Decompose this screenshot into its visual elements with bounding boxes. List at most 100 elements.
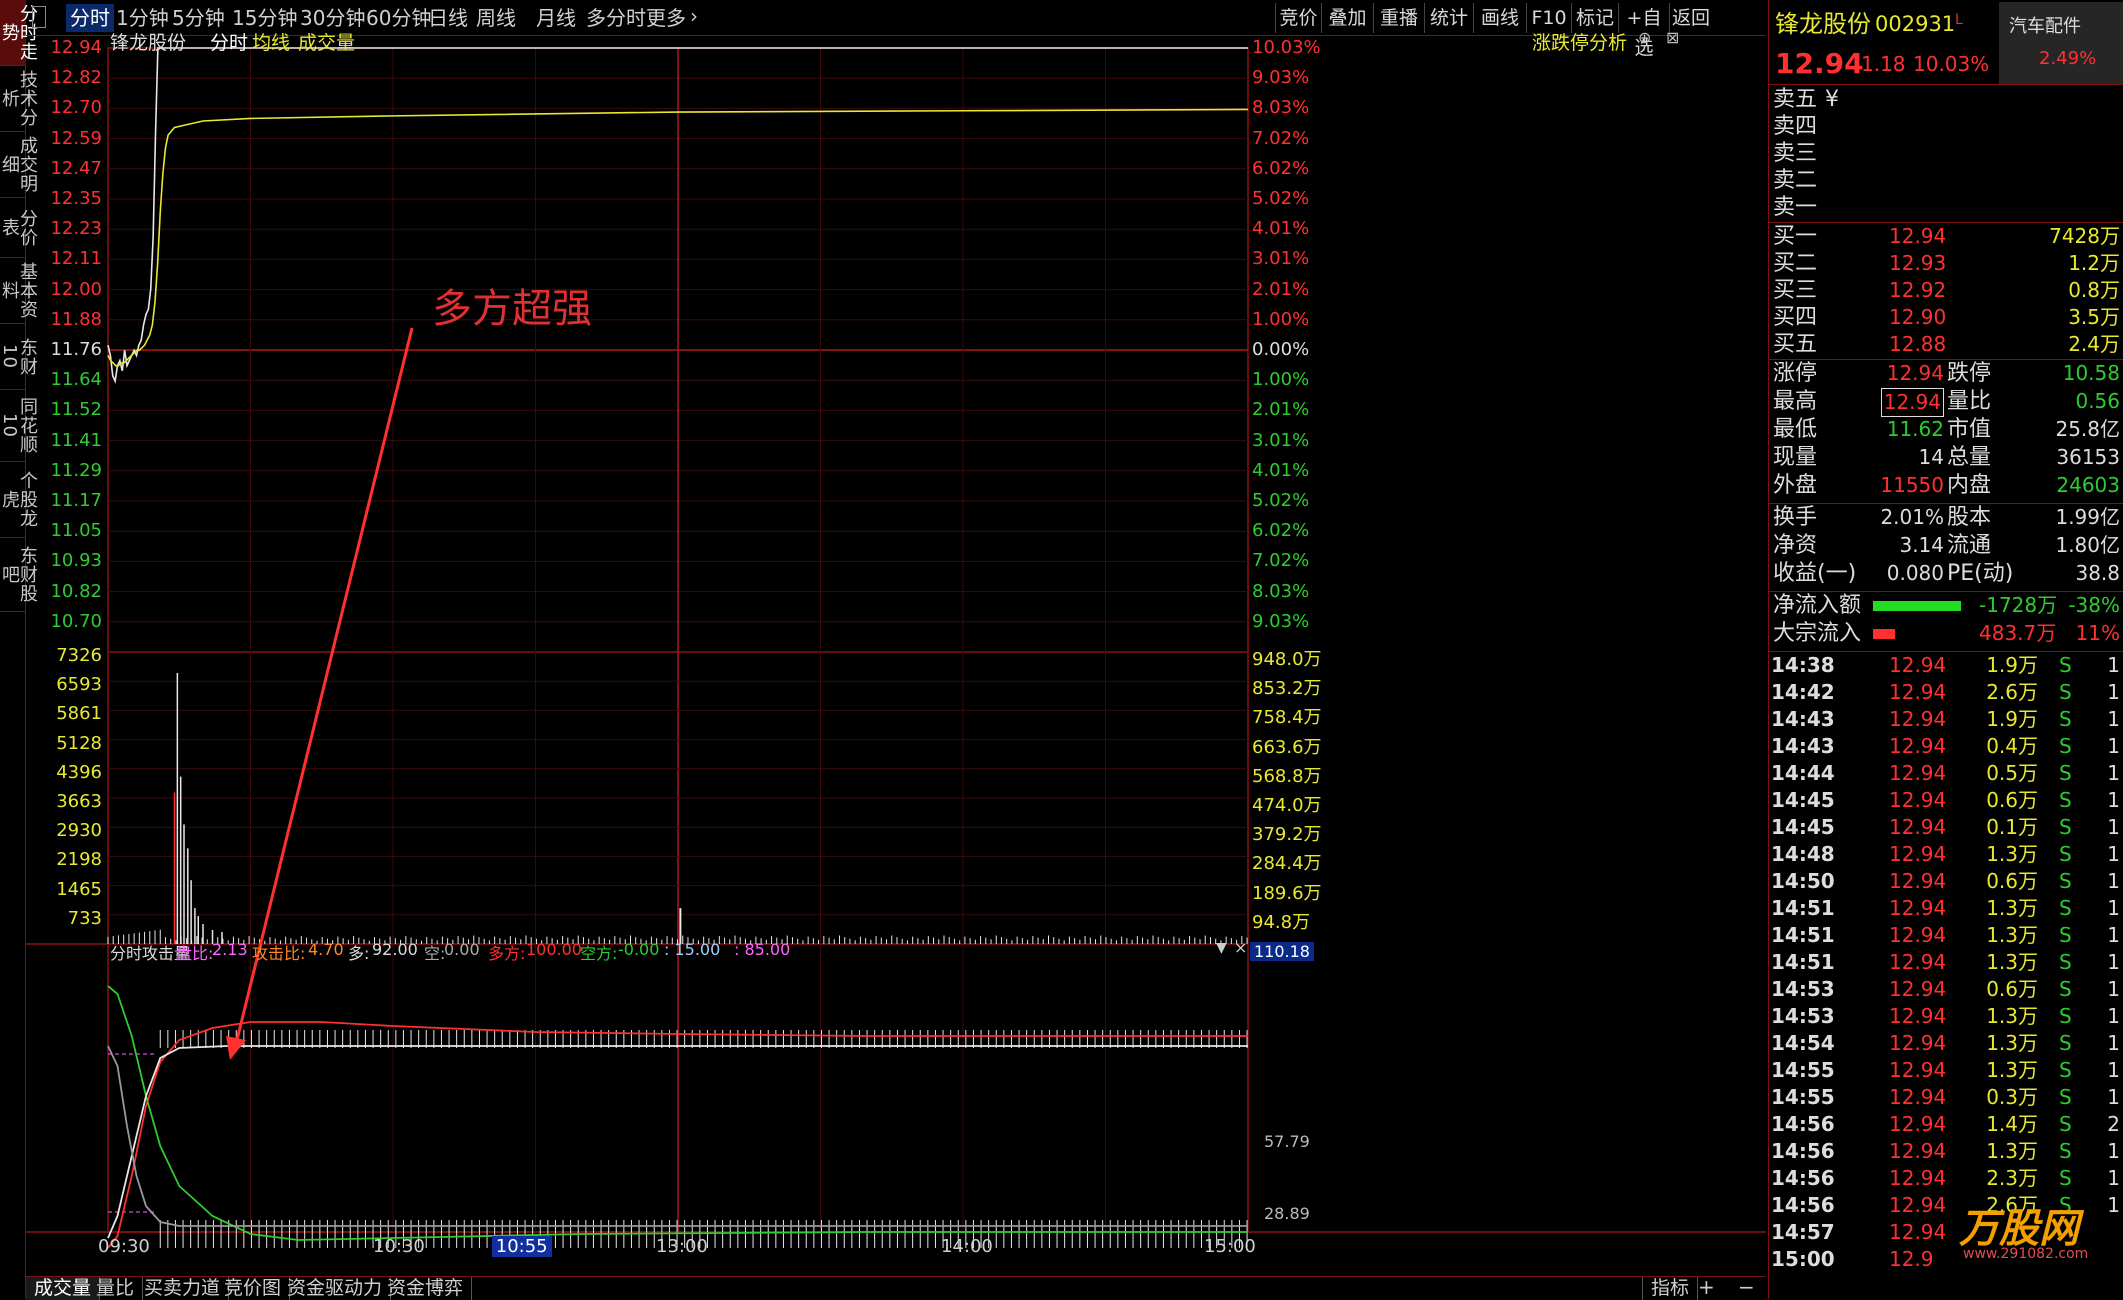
add-icon[interactable]: + [1698, 1275, 1715, 1299]
tick-volume: 2.3万 [1986, 1166, 2038, 1190]
tick-side: S [2059, 1058, 2072, 1082]
tick-count: 1 [2107, 1004, 2120, 1028]
indicator-kf: -0.00 [618, 940, 660, 959]
toolbar-button-1[interactable]: 叠加 [1321, 3, 1373, 33]
tick-time: 14:45 [1771, 815, 1835, 839]
period-tab-7[interactable]: 周线 [476, 4, 516, 32]
period-tab-6[interactable]: 日线 [428, 4, 468, 32]
tick-row: 14:53 12.94 0.6万 S 1 [1769, 976, 2123, 1003]
minus-icon[interactable]: − [1738, 1275, 1755, 1299]
ask-row: 卖五 ¥ [1769, 86, 2123, 113]
stat-row: 外盘 11550 内盘 24603 [1769, 472, 2123, 500]
tick-count: 1 [2107, 869, 2120, 893]
period-tab-0[interactable]: 分时 [66, 4, 114, 32]
avg-line-label: 均线 [252, 32, 291, 54]
stock-code: 002931 [1875, 12, 1956, 36]
volume-axis-label-right: 568.8万 [1252, 765, 1322, 787]
close-icon[interactable]: ⊠ [1666, 28, 1679, 47]
left-tab-0[interactable]: 分时走势 [0, 0, 38, 66]
limit-analysis-button[interactable]: 涨跌停分析 [1532, 28, 1627, 55]
left-tab-1[interactable]: 技术分析 [0, 66, 38, 132]
tick-volume: 0.6万 [1986, 977, 2038, 1001]
bottom-tab-4[interactable]: 资金驱动力 [279, 1277, 392, 1300]
period-tab-9[interactable]: 多分时 [586, 4, 646, 32]
tick-time: 14:43 [1771, 734, 1835, 758]
more-chevron-icon[interactable]: › [690, 4, 698, 28]
fin-value: 3.14 [1899, 533, 1944, 557]
indicator-kong-label: 空: [424, 944, 446, 963]
period-tab-5[interactable]: 60分钟 [366, 4, 431, 32]
volume-axis-label: 2930 [56, 820, 102, 842]
toolbar-button-3[interactable]: 统计 [1424, 3, 1473, 33]
flow-label: 净流入额 [1773, 593, 1862, 618]
stat-label: 量比 [1947, 389, 1992, 414]
stat-value: 24603 [2056, 473, 2120, 497]
fin-value: 2.01% [1880, 505, 1944, 529]
toolbar-button-4[interactable]: 画线 [1473, 3, 1526, 33]
flow-bar [1873, 629, 1895, 639]
left-tab-8[interactable]: 东财股吧 [0, 538, 38, 612]
indicator-button[interactable]: 指标 [1642, 1277, 1699, 1300]
indicator-close-icon[interactable]: × [1234, 938, 1247, 957]
tick-price: 12.94 [1889, 1031, 1947, 1055]
left-tab-3[interactable]: 分价表 [0, 198, 38, 258]
volume-axis-label: 5128 [56, 732, 102, 754]
bottom-tab-1[interactable]: 量比 [88, 1277, 144, 1300]
tick-volume: 1.3万 [1986, 1004, 2038, 1028]
bid-label: 买三 [1773, 278, 1818, 303]
tick-volume: 0.3万 [1986, 1085, 2038, 1109]
toolbar-button-0[interactable]: 竞价 [1275, 3, 1321, 33]
time-axis-label: 14:00 [941, 1236, 993, 1257]
indicator-gj: 4.70 [308, 940, 344, 959]
tick-row: 14:38 12.94 1.9万 S 1 [1769, 652, 2123, 679]
time-axis-label: 15:00 [1204, 1236, 1256, 1257]
left-tab-4[interactable]: 基本资料 [0, 258, 38, 324]
tick-price: 12.94 [1889, 734, 1947, 758]
indicator-duo: 92.00 [372, 940, 418, 959]
tick-count: 1 [2107, 761, 2120, 785]
volume-axis-label-right: 474.0万 [1252, 795, 1322, 816]
price-axis-label: 12.82 [50, 67, 102, 89]
bid-volume: 3.5万 [2068, 305, 2120, 329]
period-tab-8[interactable]: 月线 [536, 4, 576, 32]
tick-count: 1 [2107, 1085, 2120, 1109]
sector-name: 汽车配件 [2009, 16, 2081, 37]
toolbar-button-2[interactable]: 重播 [1373, 3, 1424, 33]
settings-icon[interactable]: ⊕ [1638, 28, 1651, 47]
price-axis-label: 12.23 [50, 218, 102, 240]
time-axis-label: 10:30 [373, 1236, 425, 1257]
flow-row: 大宗流入 483.7万 11% [1769, 620, 2123, 648]
tick-side: S [2059, 707, 2072, 731]
tick-count: 1 [2107, 950, 2120, 974]
stock-name: 锋龙股份 [1775, 10, 1871, 38]
tick-volume: 1.3万 [1986, 842, 2038, 866]
left-tab-7[interactable]: 个股龙虎 [0, 462, 38, 538]
pct-axis-label: 0.00% [1252, 339, 1310, 360]
fin-value: 1.99亿 [2055, 505, 2120, 529]
stat-row: 最低 11.62 市值 25.8亿 [1769, 416, 2123, 444]
pct-axis-label: 8.03% [1252, 580, 1310, 602]
tick-time: 14:51 [1771, 923, 1835, 947]
chart-canvas[interactable] [26, 36, 1766, 1276]
intraday-chart[interactable]: 锋龙股份 分时 均线 成交量 涨跌停分析 ⊕ ⊠ 多方超强 12.94 12.82… [26, 28, 1766, 1276]
tick-time: 14:51 [1771, 896, 1835, 920]
scroll-left-icon[interactable] [32, 6, 46, 28]
left-tab-6[interactable]: 同花顺10 [0, 390, 38, 462]
stat-value: 10.58 [2062, 361, 2120, 385]
bid-price: 12.94 [1889, 224, 1947, 248]
bid-row: 买四 12.90 3.5万 [1769, 304, 2123, 331]
tick-volume: 0.6万 [1986, 788, 2038, 812]
left-tab-5[interactable]: 东财10 [0, 324, 38, 390]
tick-price: 12.94 [1889, 815, 1947, 839]
volume-axis-label: 4396 [56, 761, 102, 783]
indicator-mid-value-2: 28.89 [1264, 1204, 1310, 1223]
indicator-dropdown-icon[interactable]: ▼ [1216, 940, 1227, 956]
bottom-tab-5[interactable]: 资金博弈 [379, 1277, 473, 1300]
ask-label: 卖三 [1773, 141, 1818, 166]
stat-value: 14 [1918, 445, 1944, 469]
bid-volume: 0.8万 [2068, 278, 2120, 302]
stat-label: 总量 [1947, 445, 1992, 470]
pct-axis-label: 6.02% [1252, 157, 1310, 179]
period-tab-10[interactable]: 更多 [646, 4, 686, 32]
left-tab-2[interactable]: 成交明细 [0, 132, 38, 198]
